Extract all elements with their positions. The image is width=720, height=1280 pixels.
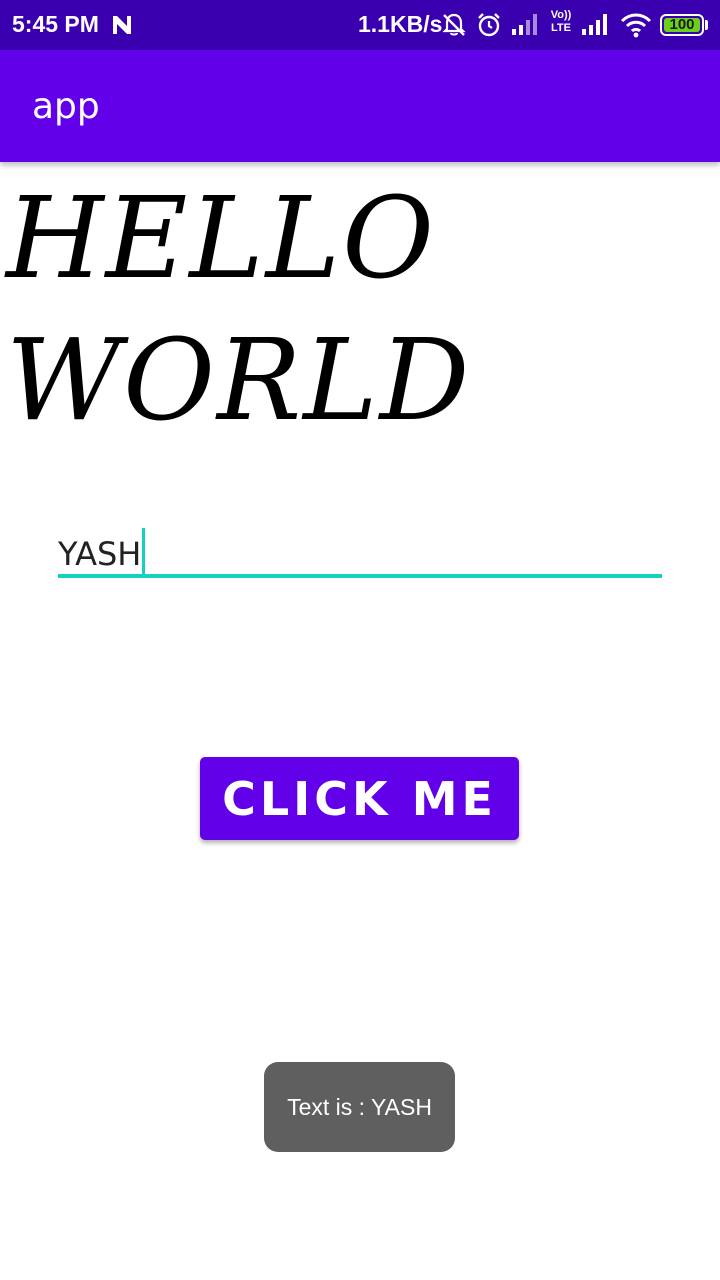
heading-line-2: WORLD [6, 316, 472, 446]
click-me-button[interactable]: CLICK ME [200, 757, 519, 840]
wifi-icon [620, 13, 652, 38]
volte-icon: Vo)) LTE [548, 9, 574, 35]
app-title: app [32, 86, 100, 127]
heading-line-1: HELLO [6, 174, 436, 304]
volte-label-top: Vo)) [550, 9, 572, 21]
volte-label-bottom: LTE [551, 22, 571, 34]
app-bar: app [0, 50, 720, 162]
signal-icon [512, 14, 537, 35]
status-bar: 5:45 PM 1.1KB/s Vo)) LTE 100 [0, 0, 720, 50]
alarm-icon [478, 13, 500, 37]
text-cursor [142, 528, 146, 576]
notifications-off-icon [442, 13, 466, 36]
text-input-field[interactable]: YASH [58, 522, 662, 578]
battery-tip [705, 20, 708, 30]
network-speed: 1.1KB/s [358, 11, 443, 37]
signal-icon [582, 14, 607, 35]
battery-level: 100 [669, 16, 695, 33]
toast-message: Text is : YASH [264, 1062, 455, 1152]
n-notification-icon [113, 16, 131, 34]
hello-world-heading: HELLO WORLD [6, 168, 706, 452]
status-time: 5:45 PM [12, 11, 99, 37]
input-value: YASH [58, 535, 142, 573]
